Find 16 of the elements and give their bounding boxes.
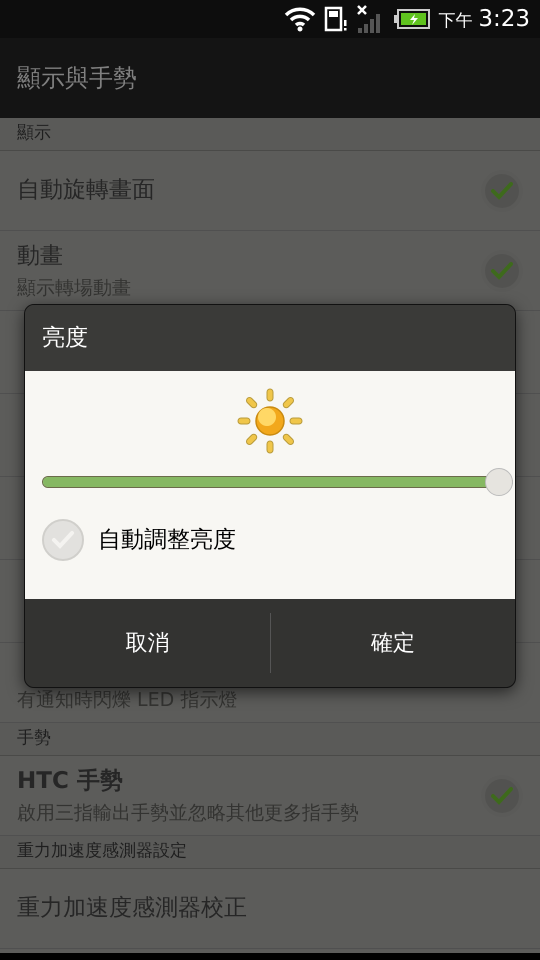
check-icon bbox=[490, 260, 514, 280]
dialog-button[interactable]: 取消 bbox=[25, 613, 270, 673]
check-icon bbox=[490, 786, 514, 806]
wifi-icon bbox=[284, 6, 316, 32]
sun-icon bbox=[236, 387, 304, 455]
slider-thumb[interactable] bbox=[485, 468, 513, 496]
clock-time: 3:23 bbox=[478, 4, 530, 34]
dialog-button[interactable]: 確定 bbox=[270, 613, 515, 673]
dialog-title: 亮度 bbox=[42, 324, 88, 353]
brightness-slider[interactable] bbox=[42, 467, 513, 497]
battery-charging-icon bbox=[394, 9, 430, 29]
app-bar-title: 顯示與手勢 bbox=[17, 63, 137, 94]
sd-card-icon bbox=[324, 6, 348, 32]
auto-brightness-label[interactable]: 自動調整亮度 bbox=[98, 522, 236, 558]
time-period: 下午 bbox=[438, 10, 472, 33]
check-icon bbox=[490, 180, 514, 200]
